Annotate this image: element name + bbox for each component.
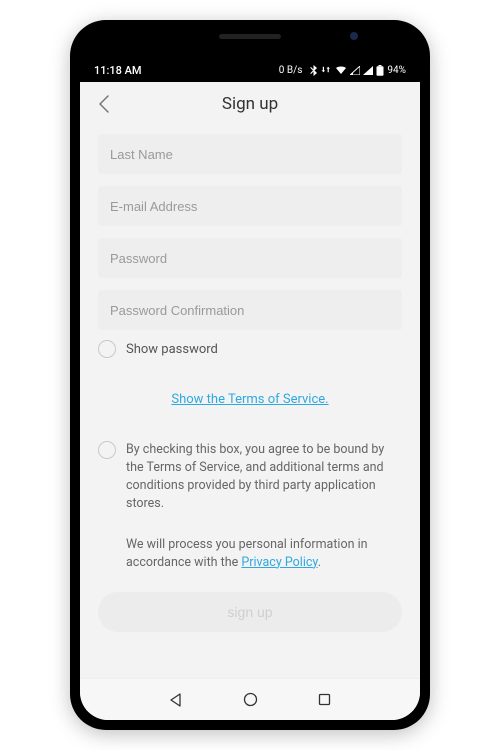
android-nav-bar xyxy=(80,678,420,720)
password-field[interactable] xyxy=(98,238,402,278)
wifi-icon xyxy=(335,65,347,75)
bluetooth-icon xyxy=(310,65,318,76)
nav-home-icon[interactable] xyxy=(242,692,258,708)
signal-1-icon xyxy=(350,66,360,75)
battery-icon xyxy=(376,65,384,76)
phone-screen: 11:18 AM 0 B/s 94% Sign up xyxy=(80,30,420,720)
lastname-field[interactable] xyxy=(98,134,402,174)
password-confirm-field[interactable] xyxy=(98,290,402,330)
app-header: Sign up xyxy=(80,82,420,126)
data-icon xyxy=(321,65,332,76)
email-field[interactable] xyxy=(98,186,402,226)
terms-of-service-link[interactable]: Show the Terms of Service. xyxy=(171,392,328,407)
show-password-label: Show password xyxy=(126,342,218,357)
status-time: 11:18 AM xyxy=(94,64,142,77)
front-camera xyxy=(350,32,358,40)
phone-frame: 11:18 AM 0 B/s 94% Sign up xyxy=(70,20,430,730)
privacy-suffix: . xyxy=(318,555,321,570)
signup-button[interactable]: sign up xyxy=(98,592,402,632)
status-bar: 11:18 AM 0 B/s 94% xyxy=(80,58,420,82)
show-password-row[interactable]: Show password xyxy=(98,340,402,358)
nav-back-icon[interactable] xyxy=(168,692,184,708)
status-indicators: 0 B/s 94% xyxy=(279,65,406,76)
back-button[interactable] xyxy=(92,92,116,116)
status-speed: 0 B/s xyxy=(279,65,303,76)
privacy-row: We will process you personal information… xyxy=(98,536,402,572)
speaker-grille xyxy=(219,34,281,39)
nav-recent-icon[interactable] xyxy=(316,692,332,708)
page-title: Sign up xyxy=(80,94,420,114)
agree-checkbox[interactable] xyxy=(98,441,116,459)
show-password-radio[interactable] xyxy=(98,340,116,358)
app-area: Sign up Show password Show the Terms of … xyxy=(80,82,420,720)
status-battery-pct: 94% xyxy=(387,65,406,76)
signup-form: Show password Show the Terms of Service.… xyxy=(80,126,420,678)
agree-row[interactable]: By checking this box, you agree to be bo… xyxy=(98,441,402,514)
privacy-policy-link[interactable]: Privacy Policy xyxy=(241,555,317,570)
agree-text: By checking this box, you agree to be bo… xyxy=(126,441,402,514)
terms-link-row: Show the Terms of Service. xyxy=(98,388,402,407)
signal-2-icon xyxy=(363,66,373,75)
